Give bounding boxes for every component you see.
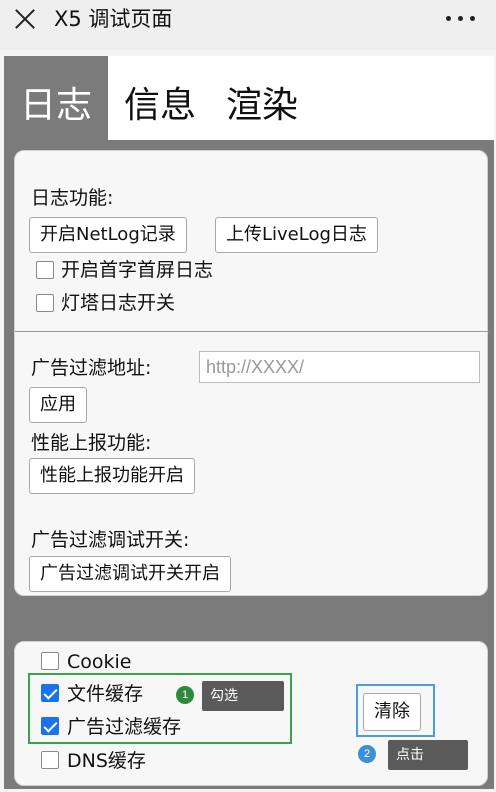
beacon-log-checkbox[interactable] — [36, 294, 54, 312]
perf-report-button[interactable]: 性能上报功能开启 — [29, 458, 195, 494]
livelog-upload-button[interactable]: 上传LiveLog日志 — [215, 217, 378, 253]
tab-info[interactable]: 信息 — [124, 56, 196, 140]
ad-debug-heading: 广告过滤调试开关: — [31, 529, 190, 551]
step2-highlight — [356, 684, 435, 737]
close-icon[interactable] — [12, 6, 38, 32]
tab-log[interactable]: 日志 — [4, 56, 108, 140]
log-settings-panel: 日志功能: 开启NetLog记录 上传LiveLog日志 开启首字首屏日志 灯塔… — [14, 150, 489, 596]
apply-button[interactable]: 应用 — [29, 387, 87, 423]
dns-cache-label: DNS缓存 — [67, 750, 146, 772]
beacon-log-label: 灯塔日志开关 — [61, 292, 176, 314]
ad-filter-address-label: 广告过滤地址: — [31, 357, 152, 379]
perf-report-heading: 性能上报功能: — [31, 432, 152, 454]
step1-marker: 1 — [176, 686, 194, 704]
netlog-button[interactable]: 开启NetLog记录 — [29, 217, 187, 253]
first-screen-log-label: 开启首字首屏日志 — [61, 259, 214, 281]
cookie-checkbox[interactable] — [41, 652, 59, 670]
step2-marker: 2 — [358, 745, 376, 763]
divider — [15, 331, 489, 332]
tab-bar: 日志 信息 渲染 — [4, 56, 494, 140]
ad-debug-button[interactable]: 广告过滤调试开关开启 — [29, 556, 231, 592]
top-bar: X5 调试页面 — [0, 0, 496, 50]
page-title: X5 调试页面 — [54, 7, 173, 31]
step2-callout: 点击 — [388, 740, 468, 770]
ad-filter-address-input[interactable]: http://XXXX/ — [199, 351, 480, 383]
cookie-label: Cookie — [67, 651, 132, 673]
tab-render[interactable]: 渲染 — [226, 56, 298, 140]
dns-cache-checkbox[interactable] — [41, 751, 59, 769]
log-function-heading: 日志功能: — [31, 187, 114, 209]
step1-callout: 勾选 — [202, 681, 284, 711]
first-screen-log-checkbox[interactable] — [36, 261, 54, 279]
more-icon[interactable] — [446, 16, 476, 22]
